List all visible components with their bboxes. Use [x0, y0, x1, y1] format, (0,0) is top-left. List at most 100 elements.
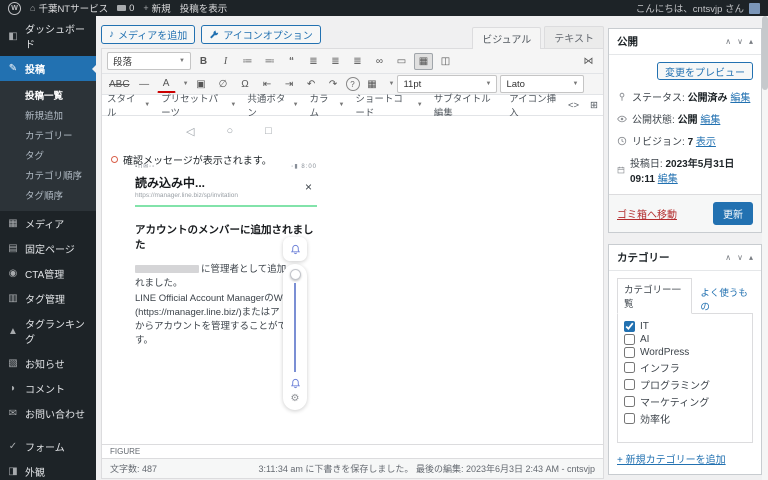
read-more-button[interactable]: ▭ — [392, 53, 411, 70]
indent-button[interactable]: ⇥ — [280, 76, 299, 93]
toggle-panel-icon[interactable]: ▴ — [749, 37, 753, 46]
post-content-canvas[interactable]: ◁ ○ □ 確認メッセージが表示されます。 ▪ıl✉◦▫ ◦▮ 8:00 読み込… — [102, 116, 603, 444]
bell-icon[interactable] — [290, 378, 301, 389]
italic-button[interactable]: I — [216, 53, 235, 70]
table-insert-icon[interactable]: ⊞ — [590, 100, 598, 111]
move-to-trash-link[interactable]: ゴミ箱へ移動 — [617, 206, 677, 221]
icon-insert-button[interactable]: アイコン挿入 — [509, 91, 557, 119]
view-revisions-link[interactable]: 表示 — [696, 137, 716, 148]
close-icon[interactable]: × — [305, 180, 312, 194]
toggle-panel-icon[interactable]: ▴ — [749, 253, 753, 262]
sidebar-item-forms[interactable]: ✓ フォーム — [0, 434, 96, 459]
tab-text[interactable]: テキスト — [544, 26, 604, 48]
sidebar-item-tag-ranking[interactable]: ▲ タグランキング — [0, 311, 96, 351]
link-button[interactable]: ∞ — [370, 53, 389, 70]
align-right-button[interactable]: ≣ — [348, 53, 367, 70]
tab-most-used[interactable]: よく使うもの — [700, 285, 753, 313]
redo-button[interactable]: ↷ — [324, 76, 343, 93]
edit-status-link[interactable]: 編集 — [730, 93, 750, 104]
notification-bell-button[interactable] — [283, 237, 307, 261]
sidebar-item-contact[interactable]: ✉ お問い合わせ — [0, 401, 96, 426]
style-menu[interactable]: スタイル▼ — [107, 91, 150, 119]
edit-date-link[interactable]: 編集 — [658, 174, 678, 185]
edit-visibility-link[interactable]: 編集 — [700, 115, 720, 126]
help-button[interactable]: ? — [346, 77, 360, 91]
category-item[interactable]: WordPress — [624, 347, 746, 358]
category-item[interactable]: 効率化 — [624, 411, 746, 426]
bullet-list-button[interactable]: ≔ — [238, 53, 257, 70]
category-checkbox[interactable] — [624, 347, 635, 358]
common-buttons-menu[interactable]: 共通ボタン▼ — [247, 91, 298, 119]
toolbar-toggle-button[interactable]: ▦ — [414, 53, 433, 70]
distraction-free-button[interactable]: ◫ — [436, 53, 455, 70]
slider-handle[interactable] — [290, 269, 301, 280]
bold-button[interactable]: B — [194, 53, 213, 70]
sidebar-item-posts[interactable]: ✎ 投稿 — [0, 56, 96, 81]
undo-button[interactable]: ↶ — [302, 76, 321, 93]
gear-icon[interactable]: ⚙ — [291, 394, 300, 404]
category-checkbox[interactable] — [624, 396, 635, 407]
shortcode-menu[interactable]: ショートコード▼ — [355, 91, 422, 119]
category-item[interactable]: マーケティング — [624, 394, 746, 409]
page-scrollbar[interactable] — [762, 16, 768, 480]
strikethrough-button[interactable]: ABC — [107, 76, 132, 93]
category-checkbox[interactable] — [624, 413, 635, 424]
preview-changes-button[interactable]: 変更をプレビュー — [657, 62, 753, 80]
site-name-link[interactable]: ⌂ 千葉NTサービス — [30, 1, 108, 15]
greeting-text[interactable]: こんにちは、cntsvjp さん — [636, 1, 744, 15]
add-media-button[interactable]: ♪ メディアを追加 — [101, 25, 195, 44]
sidebar-item-news[interactable]: ▧ お知らせ — [0, 351, 96, 376]
category-item[interactable]: IT — [624, 321, 746, 332]
special-char-button[interactable]: Ω — [236, 76, 255, 93]
move-down-icon[interactable]: ∨ — [737, 253, 743, 262]
sidebar-item-dashboard[interactable]: ◧ ダッシュボード — [0, 16, 96, 56]
wordpress-logo-icon[interactable]: W — [8, 2, 21, 15]
scrollbar-thumb[interactable] — [762, 16, 768, 90]
category-checkbox[interactable] — [624, 334, 635, 345]
category-checkbox[interactable] — [624, 379, 635, 390]
move-up-icon[interactable]: ∧ — [725, 37, 731, 46]
category-item[interactable]: インフラ — [624, 360, 746, 375]
move-down-icon[interactable]: ∨ — [737, 37, 743, 46]
publish-panel-header[interactable]: 公開 ∧ ∨ ▴ — [609, 29, 761, 55]
paragraph-select[interactable]: 段落▼ — [107, 52, 191, 70]
fullscreen-button[interactable]: ⋈ — [579, 53, 598, 70]
sidebar-item-comments[interactable]: ◗ コメント — [0, 376, 96, 401]
table-button[interactable]: ▦ — [363, 76, 382, 93]
new-content-menu[interactable]: + 新規 — [143, 1, 170, 15]
numbered-list-button[interactable]: ≕ — [260, 53, 279, 70]
element-path-bar[interactable]: FIGURE — [102, 444, 603, 458]
sidebar-item-appearance[interactable]: ◨ 外観 — [0, 459, 96, 480]
horizontal-rule-button[interactable]: — — [135, 76, 154, 93]
view-post-link[interactable]: 投稿を表示 — [180, 1, 228, 15]
clear-format-button[interactable]: ∅ — [214, 76, 233, 93]
category-item[interactable]: AI — [624, 334, 746, 345]
move-up-icon[interactable]: ∧ — [725, 253, 731, 262]
comments-indicator[interactable]: 0 — [117, 3, 134, 14]
sidebar-item-tag-manage[interactable]: ▥ タグ管理 — [0, 286, 96, 311]
submenu-categories[interactable]: カテゴリー — [0, 125, 96, 145]
tab-all-categories[interactable]: カテゴリー一覧 — [617, 278, 692, 314]
outdent-button[interactable]: ⇤ — [258, 76, 277, 93]
category-checkbox[interactable] — [624, 321, 635, 332]
submenu-tag-order[interactable]: タグ順序 — [0, 185, 96, 205]
subtitle-edit-button[interactable]: サブタイトル編集 — [434, 91, 498, 119]
update-button[interactable]: 更新 — [713, 202, 753, 225]
sidebar-item-cta[interactable]: ◉ CTA管理 — [0, 261, 96, 286]
submenu-all-posts[interactable]: 投稿一覧 — [0, 85, 96, 105]
align-center-button[interactable]: ≣ — [326, 53, 345, 70]
blockquote-button[interactable]: “ — [282, 53, 301, 70]
category-checkbox[interactable] — [624, 362, 635, 373]
paste-as-text-button[interactable]: ▣ — [192, 76, 211, 93]
icon-options-button[interactable]: アイコンオプション — [201, 25, 321, 44]
align-left-button[interactable]: ≣ — [304, 53, 323, 70]
code-button[interactable]: <> — [568, 100, 579, 111]
avatar[interactable] — [749, 3, 760, 14]
submenu-category-order[interactable]: カテゴリ順序 — [0, 165, 96, 185]
submenu-add-new[interactable]: 新規追加 — [0, 105, 96, 125]
category-item[interactable]: プログラミング — [624, 377, 746, 392]
sidebar-item-media[interactable]: ▦ メディア — [0, 211, 96, 236]
preset-parts-menu[interactable]: プリセットパーツ▼ — [161, 91, 236, 119]
sidebar-item-pages[interactable]: ▤ 固定ページ — [0, 236, 96, 261]
category-panel-header[interactable]: カテゴリー ∧ ∨ ▴ — [609, 245, 761, 271]
